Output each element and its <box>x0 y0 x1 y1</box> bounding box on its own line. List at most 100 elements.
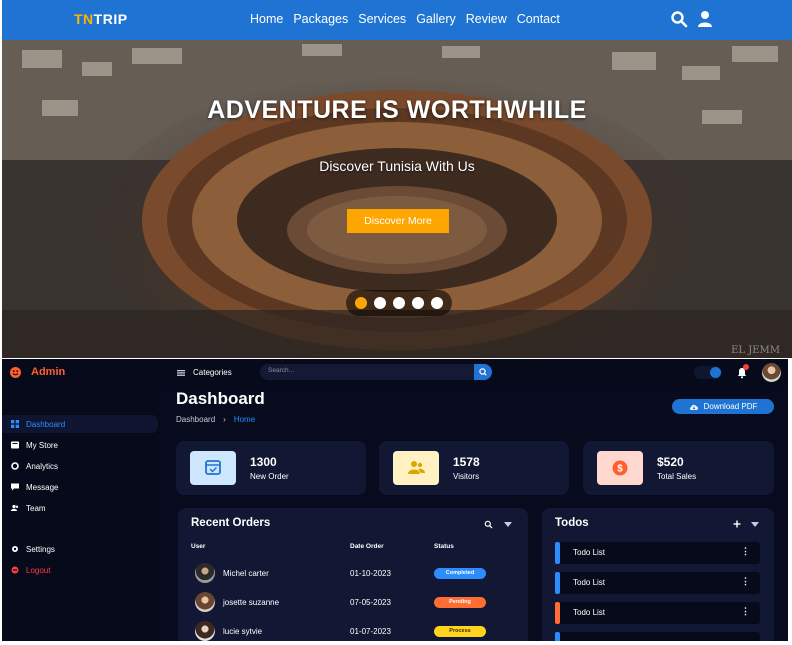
table-row[interactable]: lucie sytvie 01-07-2023 Process <box>178 621 528 641</box>
carousel-dot-2[interactable] <box>374 297 386 309</box>
todo-label: Todo List <box>573 608 606 617</box>
breadcrumb-dashboard[interactable]: Dashboard <box>176 415 215 424</box>
stat-card-total-sales: $ $520 Total Sales <box>583 441 774 495</box>
store-icon <box>11 441 19 449</box>
stat-label: Visitors <box>453 472 480 481</box>
todo-item[interactable] <box>555 632 760 641</box>
sidebar-label-logout: Logout <box>26 565 51 575</box>
logo-part-trip: TRIP <box>93 11 128 27</box>
hero-banner: ADVENTURE IS WORTHWHILE Discover Tunisia… <box>2 40 792 358</box>
search-icon <box>479 368 487 376</box>
admin-brand[interactable]: Admin <box>10 366 65 378</box>
todos-title: Todos <box>555 517 589 529</box>
stat-card-visitors: 1578 Visitors <box>379 441 569 495</box>
column-header-status: Status <box>434 543 454 550</box>
search-icon[interactable] <box>484 520 493 529</box>
nav-link-home[interactable]: Home <box>250 12 283 26</box>
theme-toggle[interactable] <box>694 366 722 379</box>
search-placeholder: Search... <box>268 367 295 374</box>
download-pdf-button[interactable]: Download PDF <box>672 399 774 414</box>
avatar[interactable] <box>762 363 781 382</box>
table-row[interactable]: Michel carter 01-10-2023 Completed <box>178 563 528 591</box>
order-user: lucie sytvie <box>223 627 263 636</box>
column-header-date: Date Order <box>350 543 384 550</box>
todo-status-bar <box>555 542 560 564</box>
order-date: 01-07-2023 <box>350 627 391 636</box>
avatar <box>195 621 215 641</box>
svg-text:$: $ <box>617 464 623 475</box>
discover-more-button[interactable]: Discover More <box>347 209 449 233</box>
status-badge: Completed <box>434 568 486 579</box>
recent-orders-panel: Recent Orders User Date Order Status Mic… <box>178 508 528 641</box>
caret-down-icon[interactable] <box>751 522 759 528</box>
plus-icon[interactable] <box>733 520 741 528</box>
smile-icon <box>10 366 21 378</box>
caret-down-icon[interactable] <box>504 522 512 528</box>
more-options-icon[interactable]: ⋮ <box>741 576 750 587</box>
order-user: josette suzanne <box>223 598 280 607</box>
logout-icon <box>11 566 19 574</box>
carousel-dot-1[interactable] <box>355 297 367 309</box>
more-options-icon[interactable]: ⋮ <box>741 606 750 617</box>
admin-dashboard: Admin Categories Search... Dashboard My … <box>2 359 788 641</box>
todo-label: Todo List <box>573 548 606 557</box>
sidebar-item-settings[interactable]: Settings <box>2 540 158 558</box>
site-navbar: TNTRIP Home Packages Services Gallery Re… <box>2 0 792 40</box>
nav-link-contact[interactable]: Contact <box>517 12 560 26</box>
admin-topbar: Admin Categories Search... <box>2 359 788 387</box>
travel-site: TNTRIP Home Packages Services Gallery Re… <box>2 0 792 358</box>
nav-link-packages[interactable]: Packages <box>293 12 348 26</box>
logo-part-tn: TN <box>74 11 94 27</box>
sidebar-label-settings: Settings <box>26 544 55 554</box>
avatar <box>195 592 215 612</box>
recent-orders-title: Recent Orders <box>191 517 271 529</box>
sidebar-item-dashboard[interactable]: Dashboard <box>2 415 158 433</box>
search-icon[interactable] <box>670 10 688 28</box>
todo-item[interactable]: Todo List ⋮ <box>555 542 760 564</box>
sidebar-item-logout[interactable]: Logout <box>2 561 158 579</box>
site-logo[interactable]: TNTRIP <box>74 11 128 27</box>
stat-value: $520 <box>657 455 684 469</box>
todo-item[interactable]: Todo List ⋮ <box>555 602 760 624</box>
breadcrumb: Dashboard › Home <box>176 415 255 424</box>
sidebar-item-my-store[interactable]: My Store <box>2 436 158 454</box>
todo-label: Todo List <box>573 578 606 587</box>
carousel-dot-4[interactable] <box>412 297 424 309</box>
todo-item[interactable]: Todo List ⋮ <box>555 572 760 594</box>
todos-panel: Todos Todo List ⋮ Todo List ⋮ Todo List … <box>542 508 774 641</box>
people-icon <box>408 461 425 474</box>
page-title: Dashboard <box>176 389 265 408</box>
sidebar-item-analytics[interactable]: Analytics <box>2 457 158 475</box>
image-watermark: EL JEMM <box>731 345 780 356</box>
grid-icon <box>11 420 19 428</box>
order-date: 01-10-2023 <box>350 569 391 578</box>
sidebar-item-message[interactable]: Message <box>2 478 158 496</box>
nav-link-review[interactable]: Review <box>466 12 507 26</box>
carousel-dot-5[interactable] <box>431 297 443 309</box>
avatar <box>195 563 215 583</box>
download-pdf-label: Download PDF <box>703 402 758 411</box>
breadcrumb-home[interactable]: Home <box>234 415 255 424</box>
categories-menu[interactable]: Categories <box>177 368 232 377</box>
notification-badge <box>743 364 749 370</box>
user-icon[interactable] <box>696 10 714 28</box>
table-row[interactable]: josette suzanne 07-05-2023 Pending <box>178 592 528 620</box>
sidebar-label-dashboard: Dashboard <box>26 419 66 429</box>
search-button[interactable] <box>474 364 492 380</box>
search-input[interactable]: Search... <box>260 364 492 380</box>
sidebar-item-team[interactable]: Team <box>2 499 158 517</box>
order-date: 07-05-2023 <box>350 598 391 607</box>
stat-icon-box <box>190 451 236 485</box>
nav-link-gallery[interactable]: Gallery <box>416 12 456 26</box>
brand-name: Admin <box>31 366 66 378</box>
hero-subtitle: Discover Tunisia With Us <box>319 158 475 174</box>
nav-links: Home Packages Services Gallery Review Co… <box>250 12 560 26</box>
todo-status-bar <box>555 632 560 641</box>
dollar-icon: $ <box>612 460 628 476</box>
todo-status-bar <box>555 602 560 624</box>
sidebar-label-analytics: Analytics <box>26 461 59 471</box>
more-options-icon[interactable]: ⋮ <box>741 546 750 557</box>
carousel-dots <box>346 290 452 316</box>
carousel-dot-3[interactable] <box>393 297 405 309</box>
nav-link-services[interactable]: Services <box>358 12 406 26</box>
